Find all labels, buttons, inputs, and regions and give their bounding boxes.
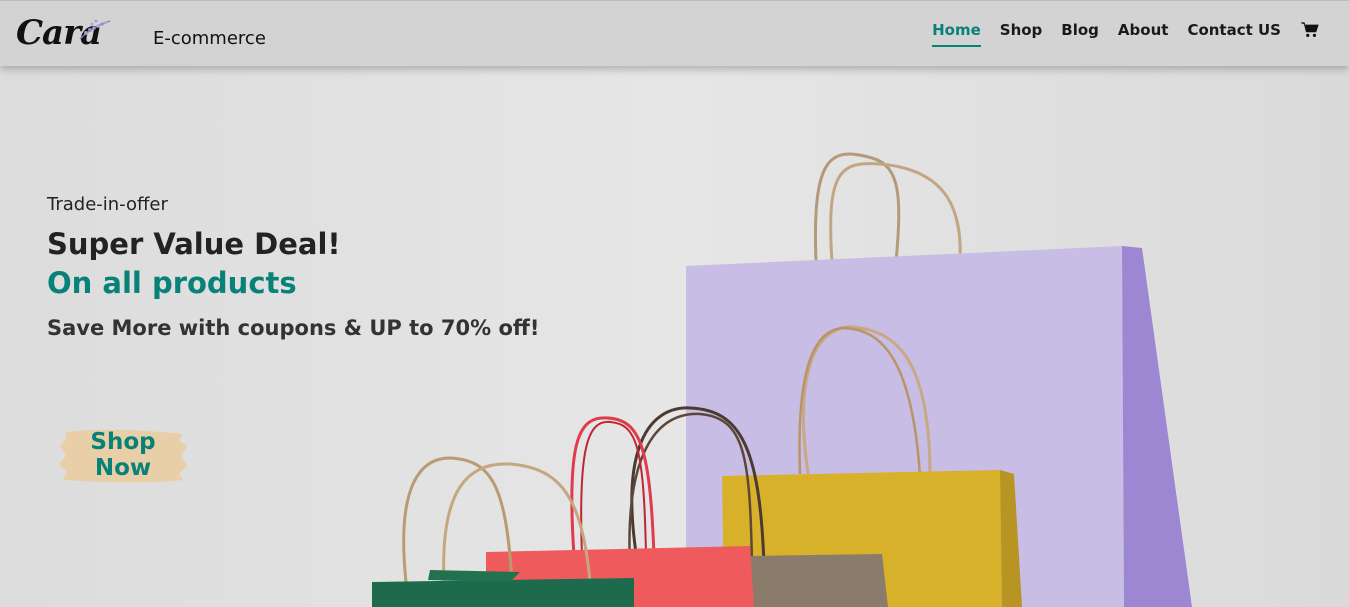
shop-now-label: Shop Now bbox=[90, 429, 156, 481]
hero-highlight: On all products bbox=[47, 266, 297, 300]
nav-shop[interactable]: Shop bbox=[1000, 21, 1043, 47]
nav-home[interactable]: Home bbox=[932, 21, 981, 47]
hero-section: Trade-in-offer Super Value Deal! On all … bbox=[0, 66, 1349, 607]
shop-now-button[interactable]: Shop Now bbox=[57, 426, 189, 484]
nav-about[interactable]: About bbox=[1118, 21, 1169, 47]
main-nav: Home Shop Blog About Contact US bbox=[913, 21, 1319, 47]
nav-contact[interactable]: Contact US bbox=[1187, 21, 1281, 47]
green-bag bbox=[372, 456, 634, 607]
brand-logo[interactable]: Cara bbox=[14, 11, 114, 57]
eyebrow-text: Trade-in-offer bbox=[47, 194, 168, 215]
hero-tagline: Save More with coupons & UP to 70% off! bbox=[47, 316, 540, 340]
site-header: Cara E-commerce Home Shop Blog About Con… bbox=[0, 0, 1349, 66]
hero-text: Trade-in-offer Super Value Deal! On all … bbox=[47, 194, 540, 483]
lavender-sprig-icon bbox=[79, 19, 111, 40]
hero-headline: Super Value Deal! bbox=[47, 227, 341, 261]
brand-subtitle: E-commerce bbox=[153, 28, 266, 49]
brown-bag bbox=[748, 554, 888, 607]
shopping-cart-icon[interactable] bbox=[1301, 22, 1319, 38]
nav-blog[interactable]: Blog bbox=[1061, 21, 1099, 47]
